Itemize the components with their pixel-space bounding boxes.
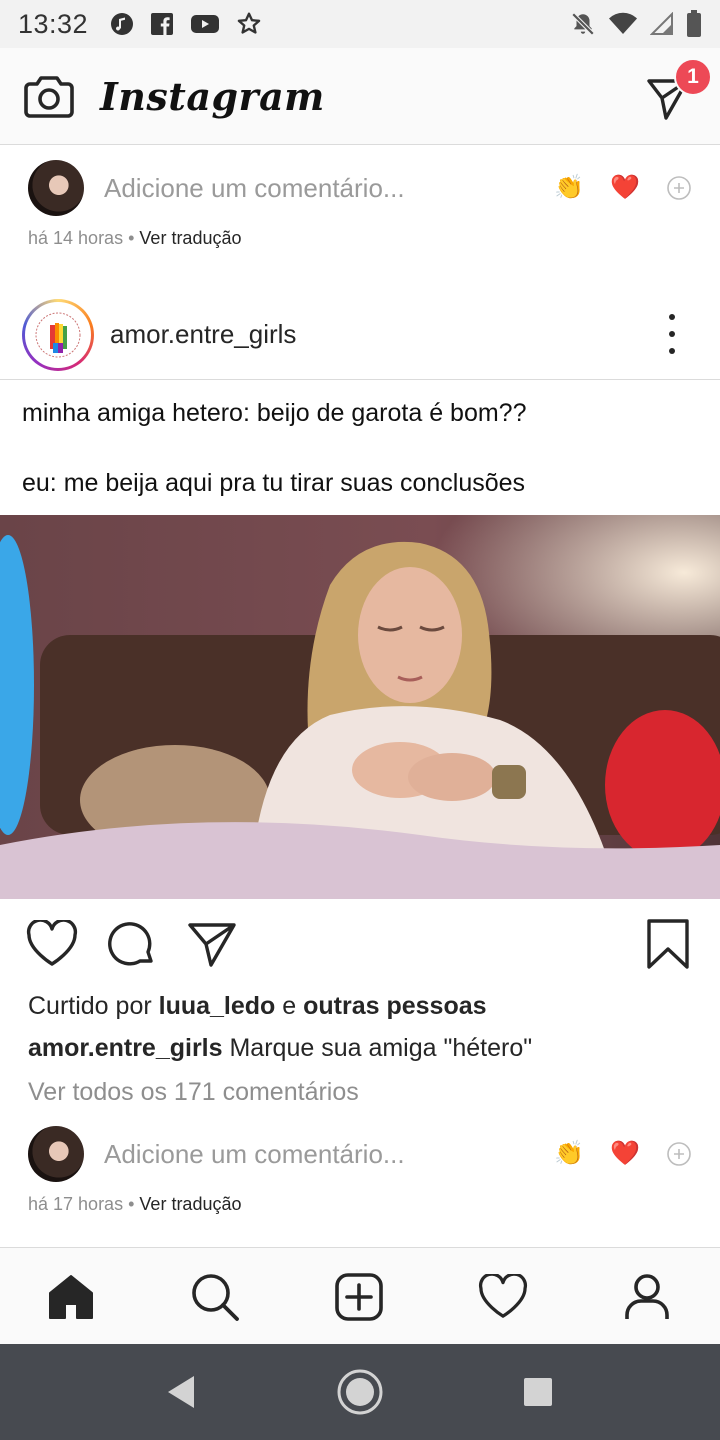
facebook-icon bbox=[150, 12, 174, 36]
add-emoji-icon[interactable] bbox=[666, 1141, 692, 1167]
heart-emoji-button[interactable]: ❤️ bbox=[610, 1142, 640, 1166]
star-icon bbox=[236, 11, 262, 37]
likes-prefix: Curtido por bbox=[28, 992, 152, 1020]
share-icon[interactable] bbox=[186, 918, 238, 970]
post-actions bbox=[0, 918, 720, 974]
system-navigation-bar bbox=[0, 1344, 720, 1440]
clap-emoji-button[interactable]: 👏 bbox=[554, 176, 584, 200]
direct-message-button[interactable]: 1 bbox=[646, 58, 712, 120]
liked-by-user-link[interactable]: luua_ledo bbox=[159, 992, 276, 1020]
meme-text-line: minha amiga hetero: beijo de garota é bo… bbox=[22, 399, 527, 427]
back-icon[interactable] bbox=[156, 1368, 204, 1416]
post-timestamp: há 14 horas bbox=[28, 228, 124, 248]
post-timestamp-row: há 17 horas • Ver tradução bbox=[28, 1194, 242, 1215]
camera-icon[interactable] bbox=[24, 73, 74, 119]
direct-message-icon bbox=[646, 79, 690, 124]
status-system-icons bbox=[570, 10, 702, 38]
likes-join: e bbox=[282, 992, 297, 1020]
like-icon[interactable] bbox=[26, 918, 78, 970]
separator: • bbox=[128, 228, 135, 248]
quick-reactions: 👏 ❤️ bbox=[554, 175, 692, 201]
home-circle-icon[interactable] bbox=[336, 1368, 384, 1416]
status-bar: 13:32 bbox=[0, 0, 720, 48]
avatar[interactable] bbox=[22, 298, 94, 371]
comment-icon[interactable] bbox=[106, 918, 158, 970]
see-translation-link[interactable]: Ver tradução bbox=[139, 228, 241, 248]
more-options-icon[interactable] bbox=[660, 312, 684, 356]
likes-summary: Curtido por luua_ledo e outras pessoas bbox=[28, 992, 487, 1021]
post-username[interactable]: amor.entre_girls bbox=[110, 319, 296, 350]
clap-emoji-button[interactable]: 👏 bbox=[554, 1142, 584, 1166]
avatar[interactable] bbox=[28, 160, 84, 216]
liked-by-others-link[interactable]: outras pessoas bbox=[303, 992, 486, 1020]
post-timestamp-row: há 14 horas • Ver tradução bbox=[28, 228, 242, 249]
search-icon[interactable] bbox=[190, 1272, 240, 1322]
add-emoji-icon[interactable] bbox=[666, 175, 692, 201]
quick-reactions: 👏 ❤️ bbox=[554, 1141, 692, 1167]
view-all-comments-link[interactable]: Ver todos os 171 comentários bbox=[28, 1078, 359, 1107]
music-icon bbox=[110, 12, 134, 36]
avatar[interactable] bbox=[28, 1126, 84, 1182]
meme-text: minha amiga hetero: beijo de garota é bo… bbox=[22, 396, 702, 501]
bookmark-icon[interactable] bbox=[642, 918, 694, 970]
youtube-icon bbox=[190, 12, 220, 36]
see-translation-link[interactable]: Ver tradução bbox=[139, 1194, 241, 1214]
mute-icon bbox=[570, 11, 596, 37]
add-comment-row: Adicione um comentário... 👏 ❤️ bbox=[0, 1119, 720, 1189]
separator: • bbox=[128, 1194, 135, 1214]
home-icon[interactable] bbox=[46, 1272, 96, 1322]
new-post-icon[interactable] bbox=[334, 1272, 384, 1322]
post-header: amor.entre_girls bbox=[0, 290, 720, 380]
caption-text: Marque sua amiga "hétero" bbox=[229, 1034, 533, 1062]
profile-logo-image bbox=[30, 306, 86, 363]
post-timestamp: há 17 horas bbox=[28, 1194, 124, 1214]
caption-username-link[interactable]: amor.entre_girls bbox=[28, 1034, 223, 1062]
post-photo[interactable] bbox=[0, 515, 720, 899]
app-header: Instagram 1 bbox=[0, 48, 720, 145]
profile-icon[interactable] bbox=[622, 1272, 672, 1322]
battery-icon bbox=[686, 10, 702, 38]
activity-icon[interactable] bbox=[478, 1272, 528, 1322]
status-time: 13:32 bbox=[18, 8, 89, 39]
heart-emoji-button[interactable]: ❤️ bbox=[610, 176, 640, 200]
add-comment-row: Adicione um comentário... 👏 ❤️ bbox=[0, 153, 720, 223]
signal-icon bbox=[650, 12, 674, 36]
recents-icon[interactable] bbox=[514, 1368, 562, 1416]
app-logo[interactable]: Instagram bbox=[100, 74, 325, 119]
post-caption: amor.entre_girls Marque sua amiga "héter… bbox=[28, 1034, 532, 1063]
wifi-icon bbox=[608, 12, 638, 36]
notification-badge: 1 bbox=[674, 58, 712, 96]
status-notification-icons bbox=[110, 11, 262, 37]
comment-input[interactable]: Adicione um comentário... bbox=[104, 173, 554, 204]
bottom-navigation bbox=[0, 1247, 720, 1344]
meme-text-line: eu: me beija aqui pra tu tirar suas conc… bbox=[22, 469, 526, 497]
comment-input[interactable]: Adicione um comentário... bbox=[104, 1139, 554, 1170]
